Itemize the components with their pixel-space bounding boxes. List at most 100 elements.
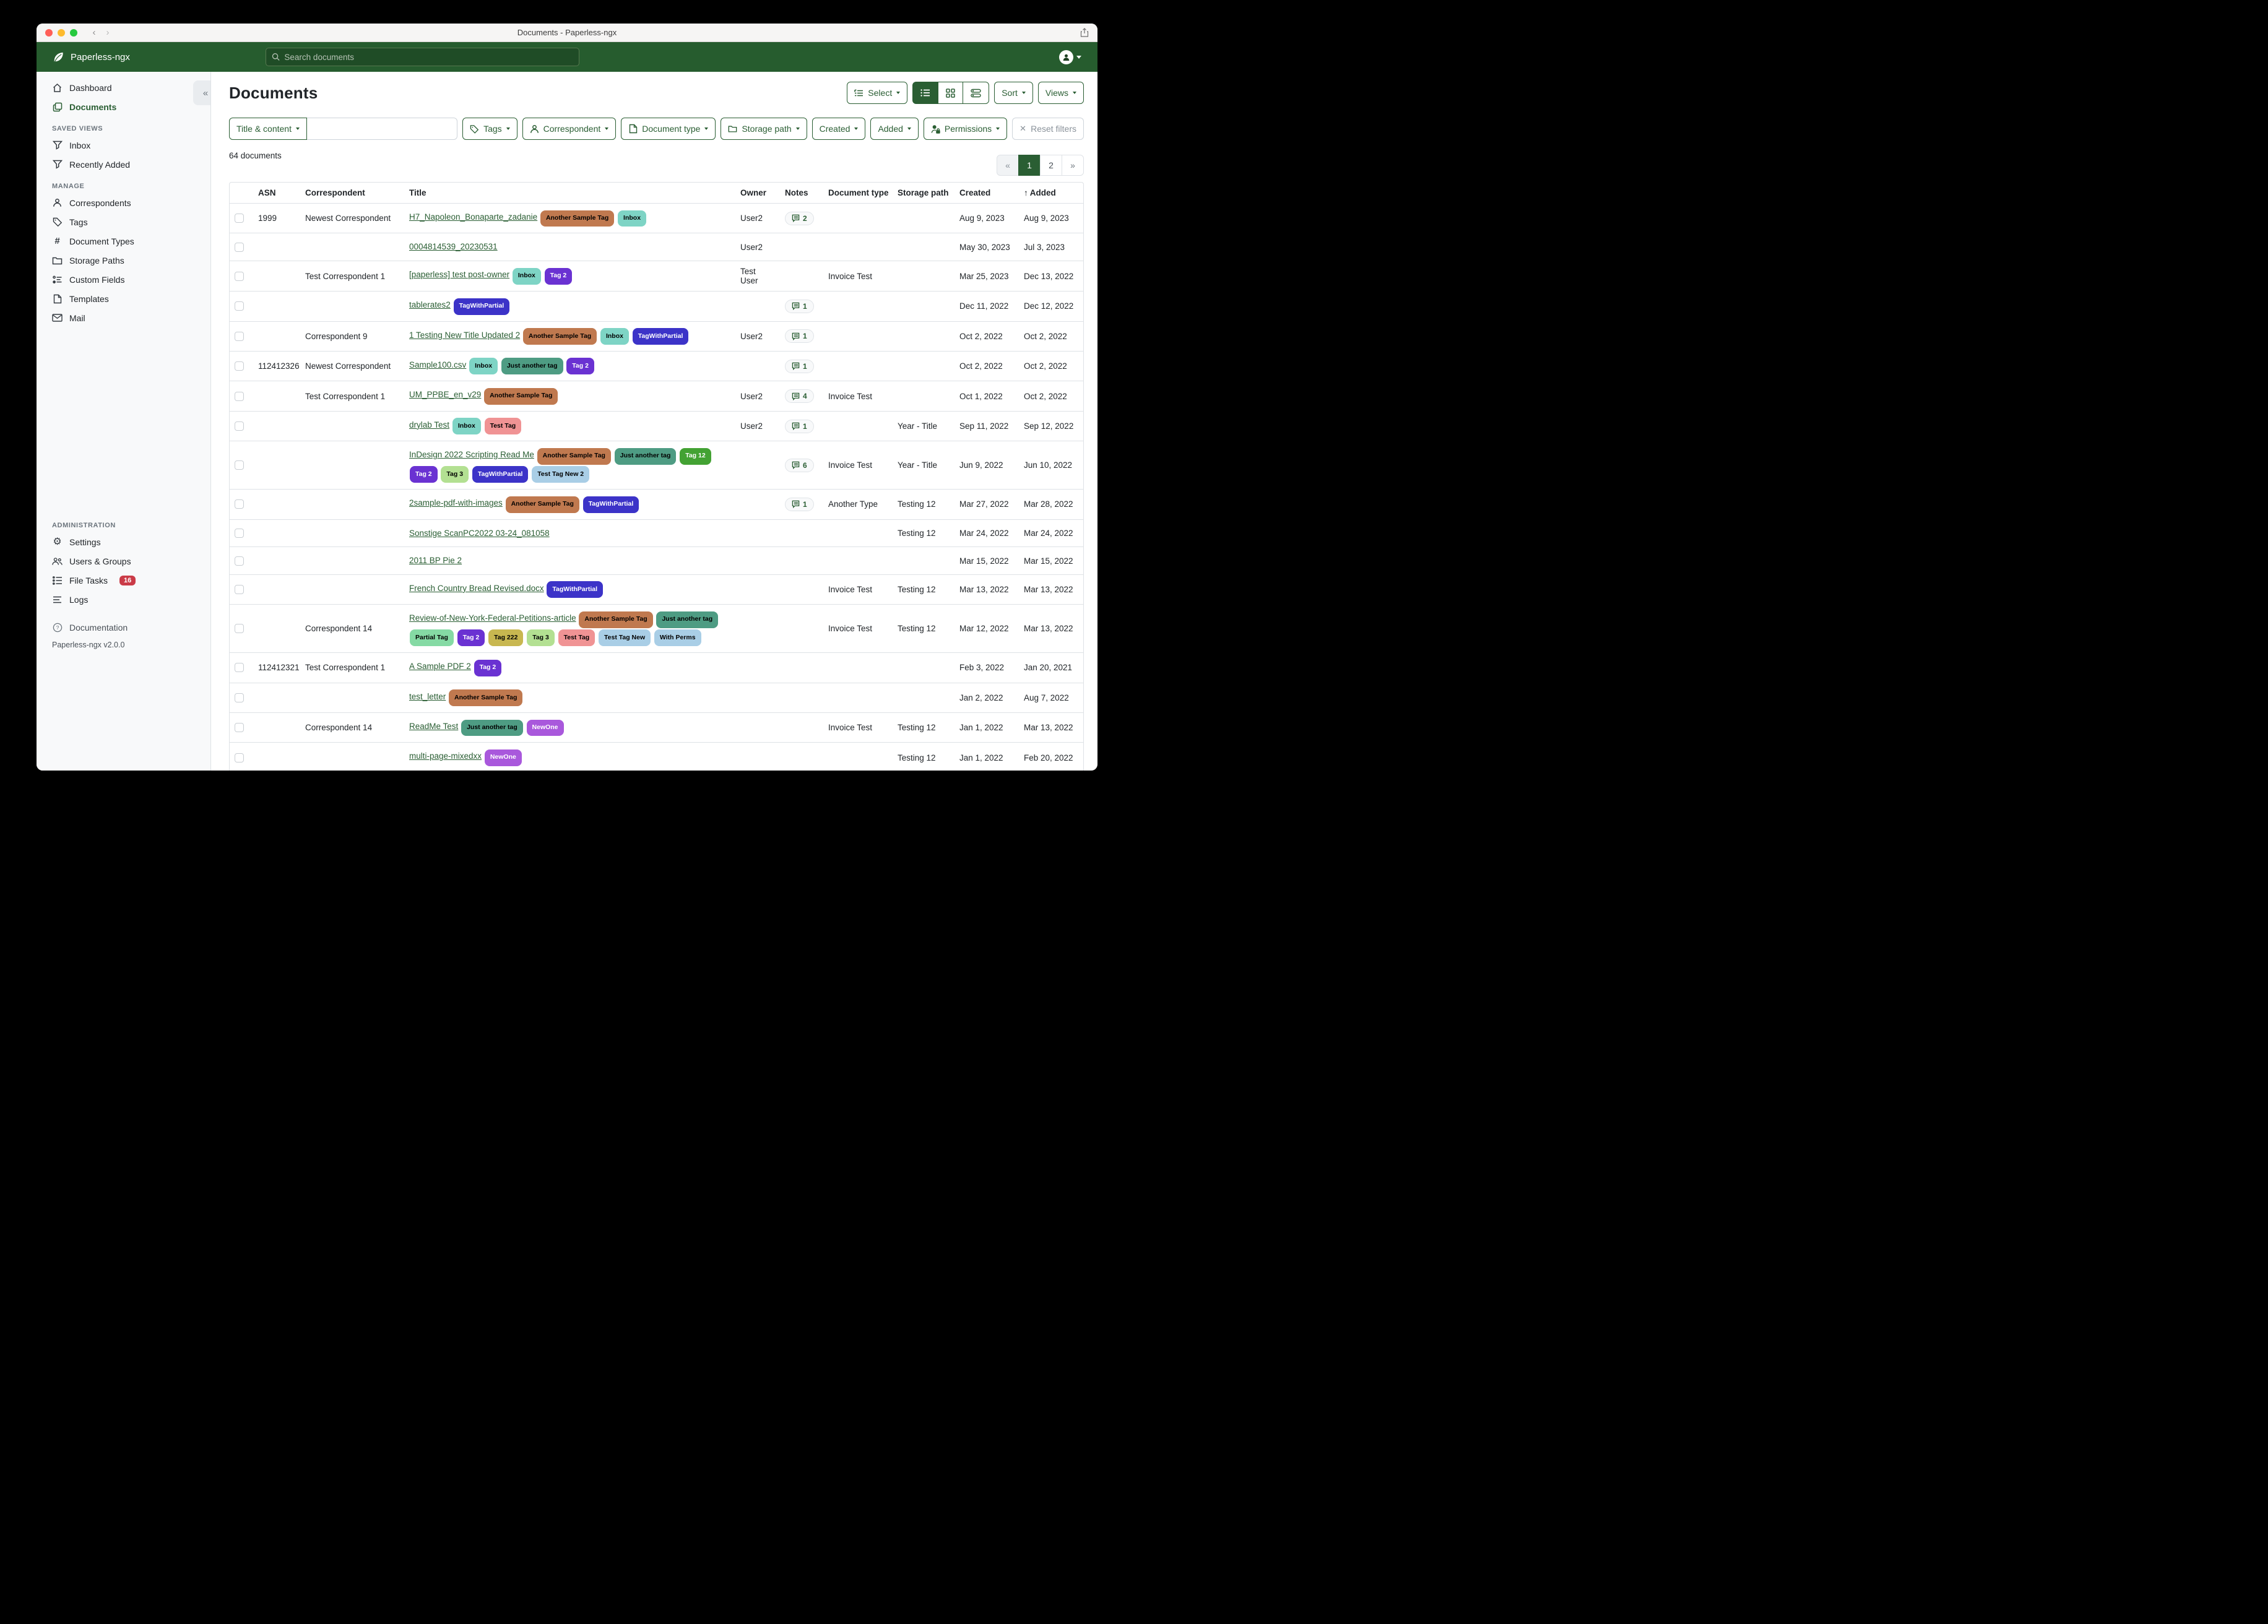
tag-pill[interactable]: Another Sample Tag xyxy=(540,210,614,227)
tag-pill[interactable]: Tag 2 xyxy=(410,466,438,483)
cell-correspondent[interactable] xyxy=(300,683,404,712)
tag-pill[interactable]: TagWithPartial xyxy=(472,466,529,483)
row-checkbox[interactable] xyxy=(235,361,244,371)
row-checkbox[interactable] xyxy=(235,723,244,732)
global-search[interactable] xyxy=(266,48,579,66)
column-header-asn[interactable]: ASN xyxy=(253,183,300,204)
document-link[interactable]: 0004814539_20230531 xyxy=(409,242,498,251)
row-checkbox[interactable] xyxy=(235,214,244,223)
cell-correspondent[interactable] xyxy=(300,411,404,441)
sidebar-item-recently-added[interactable]: Recently Added xyxy=(37,155,210,174)
cell-storage-path[interactable] xyxy=(893,653,954,683)
tag-pill[interactable]: Tag 2 xyxy=(566,358,594,374)
cell-storage-path[interactable] xyxy=(893,292,954,321)
tag-pill[interactable]: Inbox xyxy=(618,210,646,227)
cell-storage-path[interactable] xyxy=(893,204,954,233)
row-checkbox[interactable] xyxy=(235,556,244,566)
sidebar-item-storage-paths[interactable]: Storage Paths xyxy=(37,251,210,270)
document-link[interactable]: 1 Testing New Title Updated 2 xyxy=(409,330,520,340)
tag-pill[interactable]: Tag 222 xyxy=(488,629,523,646)
permissions-filter-button[interactable]: Permissions xyxy=(924,118,1007,140)
notes-pill[interactable]: 4 xyxy=(785,389,814,403)
cell-document-type[interactable]: Invoice Test xyxy=(823,261,893,292)
cell-correspondent[interactable]: Correspondent 14 xyxy=(300,713,404,743)
tag-pill[interactable]: Partial Tag xyxy=(410,629,454,646)
created-filter-button[interactable]: Created xyxy=(812,118,866,140)
tag-pill[interactable]: Another Sample Tag xyxy=(449,689,522,706)
cell-storage-path[interactable]: Testing 12 xyxy=(893,713,954,743)
cell-document-type[interactable]: Invoice Test xyxy=(823,381,893,411)
column-header-added[interactable]: ↑Added xyxy=(1019,183,1083,204)
document-link[interactable]: French Country Bread Revised.docx xyxy=(409,584,544,593)
tag-pill[interactable]: Tag 2 xyxy=(474,660,502,676)
cell-correspondent[interactable] xyxy=(300,490,404,519)
cell-correspondent[interactable] xyxy=(300,441,404,490)
document-link[interactable]: Sample100.csv xyxy=(409,360,466,369)
tag-pill[interactable]: NewOne xyxy=(485,749,522,766)
tag-pill[interactable]: TagWithPartial xyxy=(454,298,510,315)
row-checkbox[interactable] xyxy=(235,301,244,311)
row-checkbox[interactable] xyxy=(235,624,244,633)
document-link[interactable]: 2sample-pdf-with-images xyxy=(409,498,503,508)
cell-storage-path[interactable] xyxy=(893,381,954,411)
tag-pill[interactable]: NewOne xyxy=(527,720,564,736)
cell-correspondent[interactable]: Test Correspondent 1 xyxy=(300,381,404,411)
tag-pill[interactable]: Inbox xyxy=(600,328,629,345)
added-filter-button[interactable]: Added xyxy=(870,118,918,140)
tag-pill[interactable]: Tag 3 xyxy=(441,466,469,483)
cell-correspondent[interactable] xyxy=(300,547,404,575)
tag-pill[interactable]: Test Tag xyxy=(558,629,595,646)
cell-storage-path[interactable]: Testing 12 xyxy=(893,743,954,771)
search-input[interactable] xyxy=(284,53,573,62)
row-checkbox[interactable] xyxy=(235,529,244,538)
cell-storage-path[interactable] xyxy=(893,547,954,575)
share-icon[interactable] xyxy=(1080,28,1089,40)
cell-document-type[interactable]: Invoice Test xyxy=(823,574,893,604)
sidebar-item-custom-fields[interactable]: Custom Fields xyxy=(37,270,210,289)
notes-pill[interactable]: 1 xyxy=(785,498,814,511)
tag-pill[interactable]: TagWithPartial xyxy=(633,328,689,345)
pagination-prev-button[interactable]: « xyxy=(997,155,1019,176)
tag-pill[interactable]: Tag 3 xyxy=(527,629,555,646)
document-link[interactable]: ReadMe Test xyxy=(409,722,458,731)
tag-pill[interactable]: Just another tag xyxy=(461,720,523,736)
sort-button[interactable]: Sort xyxy=(994,82,1033,104)
cell-correspondent[interactable] xyxy=(300,233,404,261)
document-link[interactable]: drylab Test xyxy=(409,420,449,430)
notes-pill[interactable]: 1 xyxy=(785,360,814,373)
sidebar-item-documentation[interactable]: ?Documentation xyxy=(37,618,210,637)
row-checkbox[interactable] xyxy=(235,243,244,252)
cell-document-type[interactable] xyxy=(823,321,893,351)
document-link[interactable]: Review-of-New-York-Federal-Petitions-art… xyxy=(409,613,576,623)
filter-text-input[interactable] xyxy=(307,118,457,140)
document-link[interactable]: A Sample PDF 2 xyxy=(409,662,471,671)
brand[interactable]: Paperless-ngx xyxy=(37,51,211,63)
row-checkbox[interactable] xyxy=(235,499,244,509)
cell-correspondent[interactable]: Test Correspondent 1 xyxy=(300,653,404,683)
tag-pill[interactable]: Inbox xyxy=(513,268,541,285)
document-type-filter-button[interactable]: Document type xyxy=(621,118,716,140)
tag-pill[interactable]: Tag 2 xyxy=(457,629,485,646)
sidebar-item-correspondents[interactable]: Correspondents xyxy=(37,193,210,212)
cell-document-type[interactable] xyxy=(823,547,893,575)
sidebar-item-tags[interactable]: Tags xyxy=(37,212,210,231)
cell-correspondent[interactable]: Test Correspondent 1 xyxy=(300,261,404,292)
cell-storage-path[interactable] xyxy=(893,233,954,261)
document-link[interactable]: UM_PPBE_en_v29 xyxy=(409,390,481,399)
document-link[interactable]: [paperless] test post-owner xyxy=(409,270,509,279)
sidebar-item-inbox[interactable]: Inbox xyxy=(37,136,210,155)
document-link[interactable]: InDesign 2022 Scripting Read Me xyxy=(409,450,534,459)
cell-document-type[interactable] xyxy=(823,233,893,261)
sidebar-item-templates[interactable]: Templates xyxy=(37,289,210,308)
cell-storage-path[interactable]: Testing 12 xyxy=(893,519,954,547)
document-link[interactable]: H7_Napoleon_Bonaparte_zadanie xyxy=(409,212,537,222)
column-header-owner[interactable]: Owner xyxy=(735,183,780,204)
pagination-next-button[interactable]: » xyxy=(1062,155,1084,176)
pagination-page-1[interactable]: 1 xyxy=(1018,155,1041,176)
tag-pill[interactable]: With Perms xyxy=(654,629,701,646)
cell-storage-path[interactable]: Testing 12 xyxy=(893,574,954,604)
tag-pill[interactable]: Inbox xyxy=(469,358,498,374)
cell-document-type[interactable]: Invoice Test xyxy=(823,441,893,490)
select-button[interactable]: Select xyxy=(847,82,907,104)
row-checkbox[interactable] xyxy=(235,663,244,672)
